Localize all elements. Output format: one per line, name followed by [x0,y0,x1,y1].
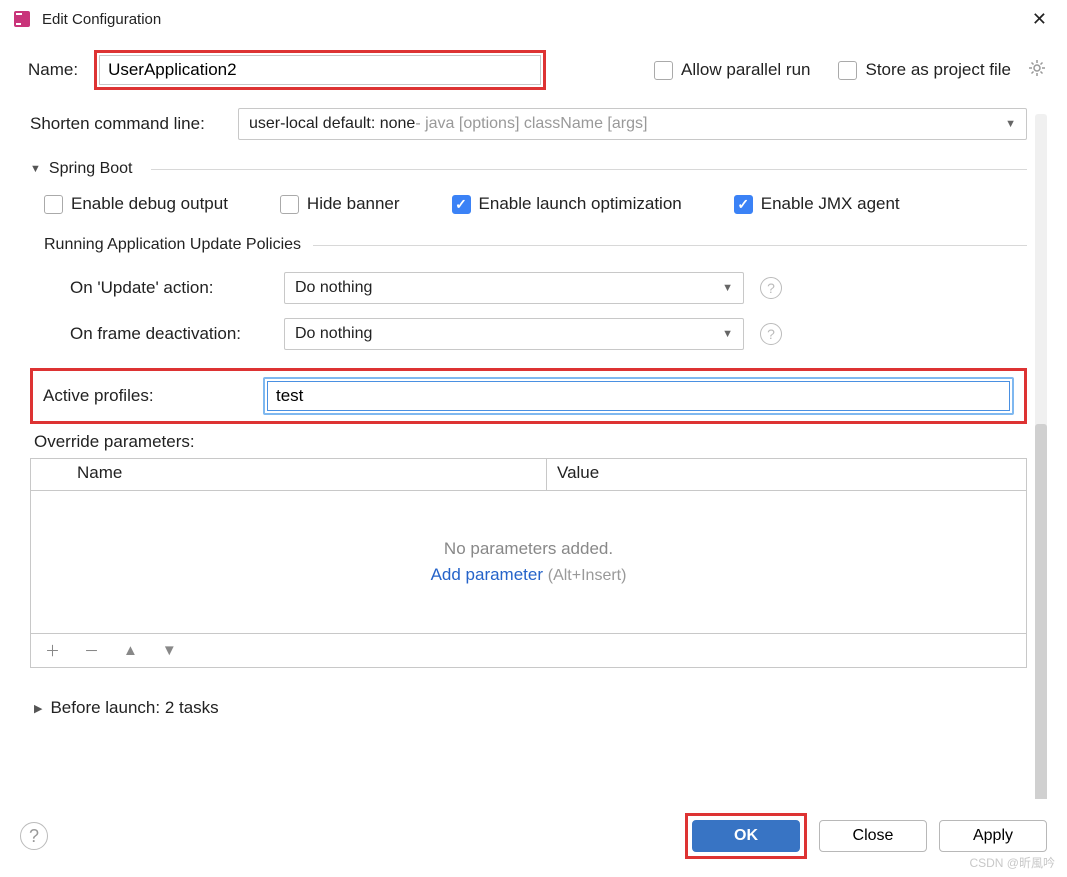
on-update-label: On 'Update' action: [70,278,274,298]
active-profiles-input[interactable] [267,381,1010,411]
help-icon[interactable]: ? [760,323,782,345]
on-update-dropdown[interactable]: Do nothing ▼ [284,272,744,304]
apply-button[interactable]: Apply [939,820,1047,852]
help-icon[interactable]: ? [760,277,782,299]
add-icon[interactable]: ＋ [45,640,60,661]
ok-button[interactable]: OK [692,820,800,852]
move-up-icon[interactable]: ▲ [123,642,138,659]
override-col-name: Name [67,459,547,490]
shorten-label: Shorten command line: [30,114,228,134]
move-down-icon[interactable]: ▼ [162,642,177,659]
override-table: Name Value No parameters added. Add para… [30,458,1027,668]
watermark: CSDN @昕風吟 [969,854,1055,871]
gear-icon[interactable] [1027,58,1047,82]
collapse-icon: ▼ [30,163,41,175]
name-input-highlight [94,50,546,90]
before-launch-label: Before launch: 2 tasks [50,698,218,718]
spring-boot-section-header[interactable]: ▼ Spring Boot [30,160,1027,178]
active-profiles-label: Active profiles: [43,386,253,406]
shorten-value-grey: - java [options] className [args] [415,115,647,133]
update-policies-header: Running Application Update Policies [30,236,1027,254]
chevron-down-icon: ▼ [722,328,733,340]
enable-launch-opt-checkbox[interactable]: ✓ Enable launch optimization [452,194,682,214]
store-project-checkbox[interactable]: Store as project file [838,60,1011,80]
ok-highlight: OK [685,813,807,859]
shorten-dropdown[interactable]: user-local default: none - java [options… [238,108,1027,140]
titlebar: Edit Configuration ✕ [0,0,1067,38]
add-parameter-hint: (Alt+Insert) [548,567,627,584]
scrollbar[interactable] [1035,114,1047,799]
scrollbar-thumb[interactable] [1035,424,1047,799]
on-frame-label: On frame deactivation: [70,324,274,344]
shorten-row: Shorten command line: user-local default… [30,108,1027,140]
override-label: Override parameters: [34,432,1027,452]
name-row: Name: Allow parallel run Store as projec… [0,38,1067,108]
allow-parallel-label: Allow parallel run [681,60,810,80]
close-button[interactable]: Close [819,820,927,852]
spring-boot-label: Spring Boot [49,160,133,178]
dialog-footer: ? OK Close Apply [0,799,1067,877]
enable-debug-checkbox[interactable]: Enable debug output [44,194,228,214]
hide-banner-checkbox[interactable]: Hide banner [280,194,400,214]
override-empty-text: No parameters added. [444,539,613,559]
add-parameter-link[interactable]: Add parameter [431,565,543,584]
close-icon[interactable]: ✕ [1024,5,1055,34]
remove-icon[interactable]: － [84,640,99,661]
chevron-down-icon: ▼ [722,282,733,294]
override-toolbar: ＋ － ▲ ▼ [31,633,1026,667]
intellij-icon [12,9,32,29]
help-button[interactable]: ? [20,822,48,850]
name-label: Name: [28,60,78,80]
before-launch-section[interactable]: ▶ Before launch: 2 tasks [34,698,1027,718]
allow-parallel-checkbox[interactable]: Allow parallel run [654,60,810,80]
edit-configuration-window: Edit Configuration ✕ Name: Allow paralle… [0,0,1067,877]
store-project-label: Store as project file [865,60,1011,80]
on-frame-dropdown[interactable]: Do nothing ▼ [284,318,744,350]
window-title: Edit Configuration [42,11,1024,28]
shorten-value: user-local default: none [249,115,415,133]
expand-icon: ▶ [34,702,42,715]
override-col-value: Value [547,459,1026,490]
chevron-down-icon: ▼ [1005,118,1016,130]
active-profiles-highlight: Active profiles: [30,368,1027,424]
name-input[interactable] [99,55,541,85]
enable-jmx-checkbox[interactable]: ✓ Enable JMX agent [734,194,900,214]
